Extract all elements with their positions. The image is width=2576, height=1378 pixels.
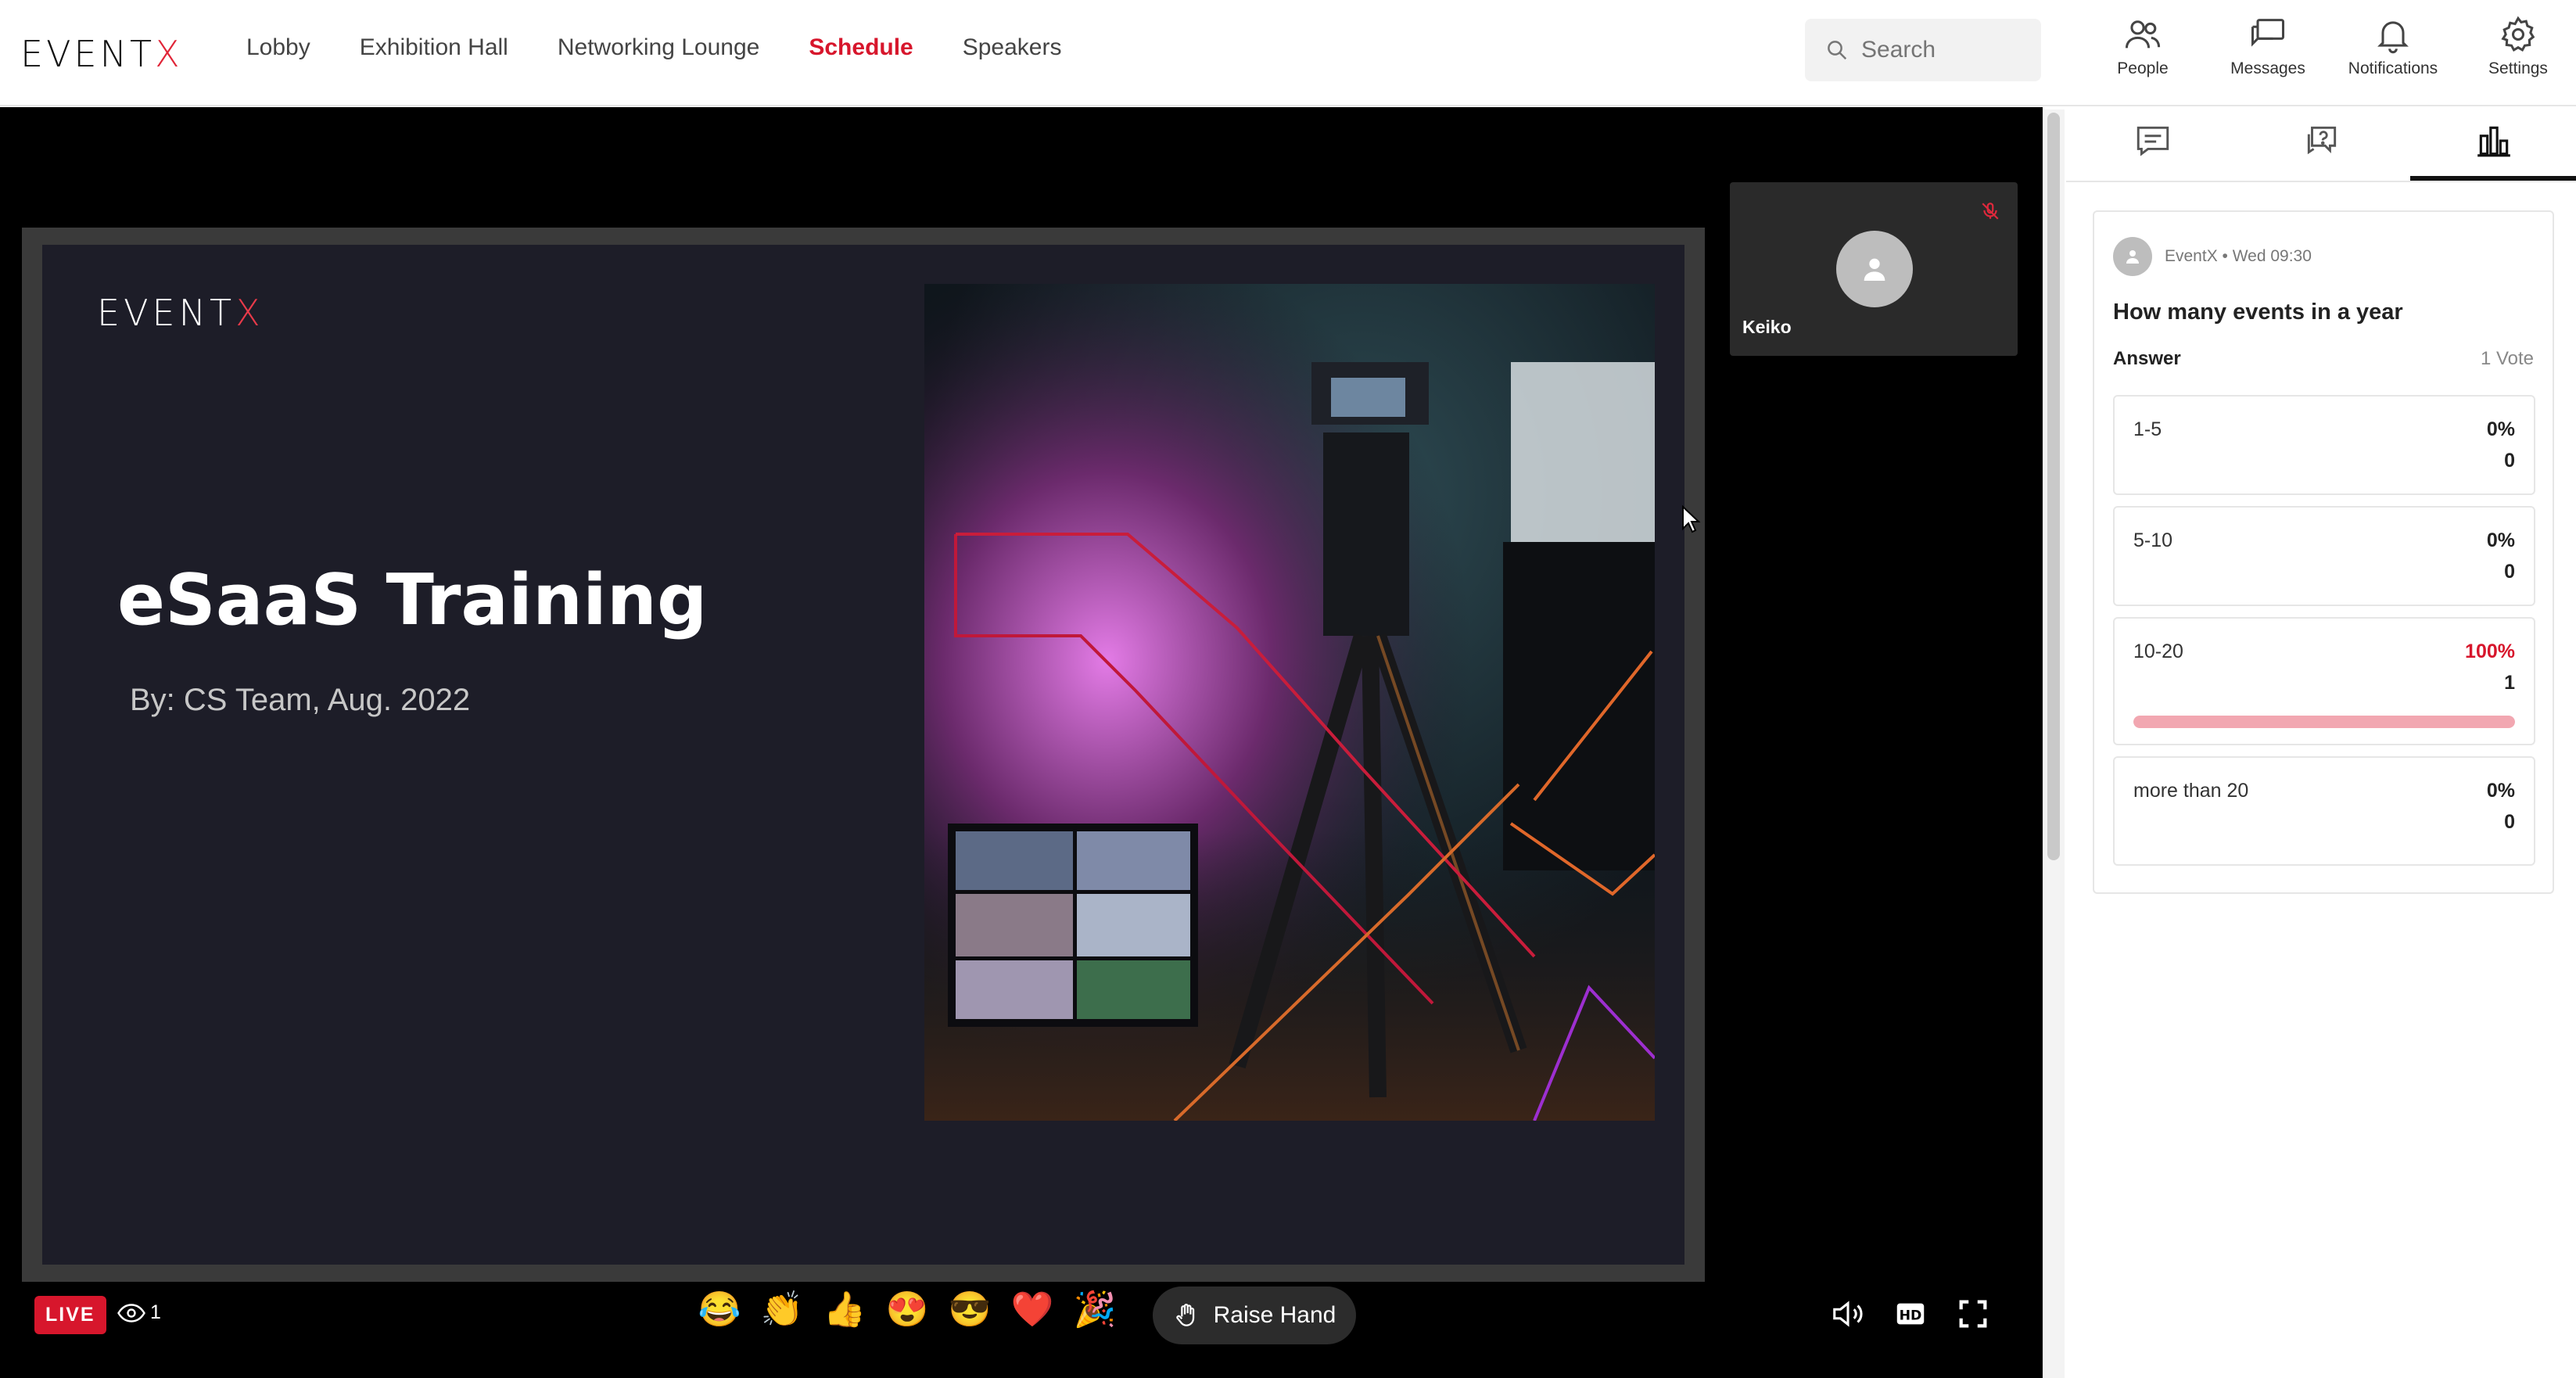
hand-icon — [1175, 1304, 1194, 1326]
option-label: 5-10 — [2133, 529, 2173, 551]
svg-text:HD: HD — [1900, 1308, 1922, 1324]
bell-icon — [2377, 21, 2409, 54]
nav-lobby[interactable]: Lobby — [246, 34, 310, 61]
poll-option[interactable]: 5-10 0% 0 — [2113, 506, 2535, 606]
poll-icon[interactable] — [2474, 121, 2513, 160]
eye-icon — [117, 1303, 145, 1322]
mic-muted-icon — [1982, 203, 1999, 220]
nav-speakers[interactable]: Speakers — [963, 34, 1062, 61]
camera-photo — [924, 284, 1655, 1121]
active-tab-indicator — [2410, 176, 2576, 181]
raise-hand-button[interactable]: Raise Hand — [1153, 1286, 1356, 1344]
presentation-slide: EVENTX eSaaS Training By: CS Team, Aug. … — [42, 245, 1684, 1265]
user-icon — [1864, 258, 1885, 281]
poll-option[interactable]: 1-5 0% 0 — [2113, 395, 2535, 495]
slide-frame: EVENTX eSaaS Training By: CS Team, Aug. … — [22, 228, 1705, 1282]
notifications-button[interactable]: Notifications — [2330, 14, 2456, 78]
poll-card: EventX • Wed 09:30 How many events in a … — [2093, 210, 2554, 894]
gear-icon — [2501, 16, 2535, 52]
notifications-label: Notifications — [2348, 59, 2438, 77]
option-count: 0 — [2504, 811, 2515, 833]
search-box[interactable] — [1805, 19, 2041, 81]
option-label: 1-5 — [2133, 418, 2162, 440]
raise-hand-label: Raise Hand — [1213, 1302, 1336, 1328]
user-icon — [2126, 250, 2139, 264]
nav-networking-lounge[interactable]: Networking Lounge — [558, 34, 760, 61]
messages-label: Messages — [2230, 59, 2305, 77]
settings-button[interactable]: Settings — [2456, 14, 2576, 78]
viewer-count: 1 — [117, 1301, 161, 1324]
participant-tile[interactable]: Keiko — [1730, 182, 2018, 356]
option-percent: 100% — [2465, 641, 2515, 662]
option-percent: 0% — [2486, 418, 2515, 440]
people-button[interactable]: People — [2080, 14, 2205, 78]
settings-label: Settings — [2488, 59, 2548, 77]
option-count: 1 — [2504, 672, 2515, 694]
nav-exhibition-hall[interactable]: Exhibition Hall — [360, 34, 508, 61]
panel-tabs — [2066, 107, 2576, 182]
author-meta: EventX • Wed 09:30 — [2165, 247, 2312, 265]
reaction-heart-eyes[interactable]: 😍 — [876, 1286, 938, 1333]
reaction-laugh[interactable]: 😂 — [688, 1286, 751, 1333]
volume-icon[interactable] — [1830, 1296, 1866, 1332]
participant-name: Keiko — [1742, 317, 1792, 337]
nav-schedule[interactable]: Schedule — [809, 34, 913, 61]
people-label: People — [2117, 59, 2169, 77]
video-stage: EVENTX eSaaS Training By: CS Team, Aug. … — [0, 107, 2043, 1378]
chat-icon[interactable] — [2133, 121, 2172, 160]
messages-button[interactable]: Messages — [2205, 14, 2330, 78]
header-actions: People Messages Notifications Settings — [2080, 14, 2576, 78]
option-percent: 0% — [2486, 529, 2515, 551]
scrollbar[interactable] — [2044, 109, 2065, 1378]
reaction-thumbs-up[interactable]: 👍 — [813, 1286, 876, 1333]
reaction-sunglasses[interactable]: 😎 — [938, 1286, 1001, 1333]
option-progress-bar — [2133, 716, 2515, 728]
vote-count: 1 Vote — [2480, 348, 2534, 369]
author-avatar — [2113, 237, 2152, 276]
hd-icon[interactable]: HD — [1893, 1296, 1928, 1332]
reaction-bar: 😂 👏 👍 😍 😎 ❤️ 🎉 — [688, 1286, 1126, 1333]
slide-subtitle: By: CS Team, Aug. 2022 — [130, 683, 471, 717]
reaction-clap[interactable]: 👏 — [751, 1286, 813, 1333]
people-icon — [2125, 20, 2161, 48]
live-badge: LIVE — [34, 1296, 106, 1334]
option-label: more than 20 — [2133, 780, 2249, 802]
messages-icon — [2251, 19, 2285, 47]
option-count: 0 — [2504, 450, 2515, 472]
search-icon — [1828, 41, 1847, 60]
reaction-heart[interactable]: ❤️ — [1001, 1286, 1064, 1333]
side-panel: EventX • Wed 09:30 How many events in a … — [2066, 107, 2576, 1378]
eventx-logo[interactable]: EVENTX — [20, 33, 183, 75]
option-percent: 0% — [2486, 780, 2515, 802]
slide-title: eSaaS Training — [117, 559, 708, 641]
poll-author: EventX • Wed 09:30 — [2113, 237, 2312, 276]
poll-option[interactable]: 10-20 100% 1 — [2113, 617, 2535, 745]
mouse-cursor-icon — [1682, 505, 1701, 533]
main-nav: Lobby Exhibition Hall Networking Lounge … — [246, 34, 1110, 61]
viewer-count-value: 1 — [150, 1301, 161, 1323]
reaction-party[interactable]: 🎉 — [1064, 1286, 1126, 1333]
scrollbar-thumb[interactable] — [2047, 113, 2060, 860]
option-count: 0 — [2504, 561, 2515, 583]
answer-label: Answer — [2113, 348, 2181, 369]
poll-question: How many events in a year — [2113, 300, 2403, 325]
top-header: EVENTX Lobby Exhibition Hall Networking … — [0, 0, 2576, 106]
fullscreen-icon[interactable] — [1955, 1296, 1991, 1332]
search-input[interactable] — [1861, 37, 2033, 63]
qa-icon[interactable] — [2302, 121, 2341, 160]
slide-logo: EVENTX — [97, 292, 264, 334]
option-progress-fill — [2133, 716, 2515, 728]
option-label: 10-20 — [2133, 641, 2183, 662]
participant-avatar — [1836, 231, 1913, 307]
poll-option[interactable]: more than 20 0% 0 — [2113, 756, 2535, 866]
